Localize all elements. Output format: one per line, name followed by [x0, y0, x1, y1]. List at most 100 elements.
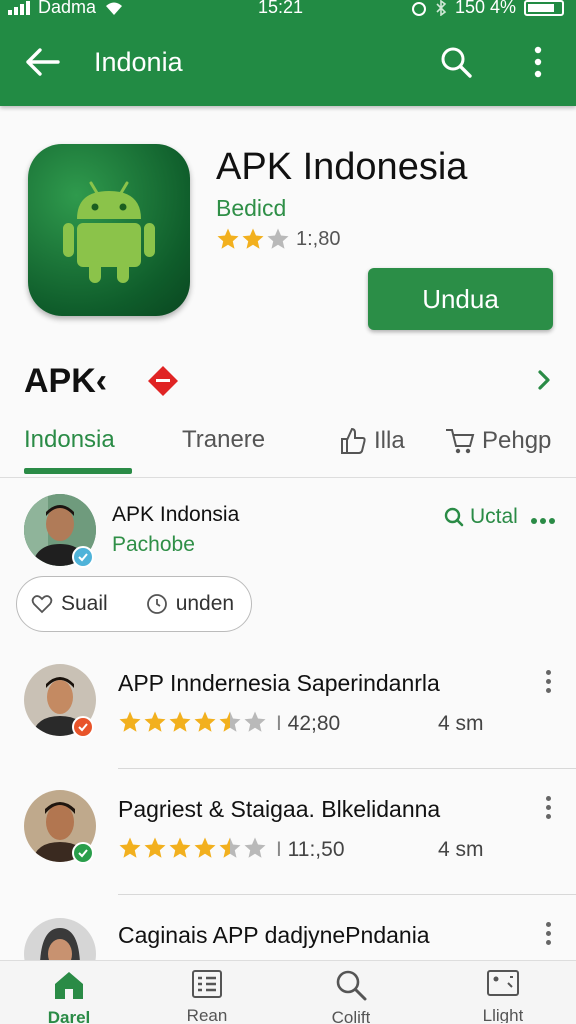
tab-illa[interactable]: Illa	[338, 426, 405, 456]
divider	[118, 768, 576, 769]
carrier-name: Dadma	[38, 0, 97, 17]
brand-row[interactable]: APK‹	[24, 360, 556, 402]
nav-item-search[interactable]: Colift	[306, 969, 396, 1024]
more-vertical-icon[interactable]	[536, 918, 560, 948]
rating-count: 1:,80	[296, 227, 341, 250]
post-action-chip[interactable]: Suail unden	[16, 576, 252, 632]
signal-icon	[8, 0, 30, 15]
star-icon	[119, 837, 141, 858]
back-button[interactable]	[22, 42, 62, 82]
rating-stars	[216, 227, 290, 251]
install-link-label: Uctal	[470, 505, 518, 528]
clock-icon	[146, 594, 167, 614]
nav-label: Llight	[482, 1007, 524, 1023]
nav-item-home[interactable]: Darel	[24, 969, 114, 1024]
star-icon	[169, 711, 191, 732]
more-vertical-icon[interactable]	[536, 792, 560, 822]
page-title: Indonia	[94, 47, 183, 77]
home-icon	[55, 972, 83, 999]
more-vertical-icon[interactable]	[536, 666, 560, 696]
review-age: 4 sm	[438, 712, 484, 735]
review-count-value: 42;80	[287, 712, 341, 735]
status-left: Dadma	[8, 0, 124, 18]
install-button[interactable]: Undua	[368, 268, 553, 330]
more-vertical-icon	[534, 46, 542, 78]
chip-right-label: unden	[175, 592, 235, 615]
developer-link[interactable]: Bedicd	[216, 195, 286, 222]
status-time: 15:21	[258, 0, 304, 17]
install-link[interactable]: Uctal	[444, 505, 518, 529]
cart-icon	[446, 429, 475, 454]
review-count: I 11:,50	[276, 838, 345, 861]
search-icon	[444, 507, 464, 527]
brand-text: APK‹	[24, 362, 108, 400]
alarm-icon	[411, 1, 426, 16]
review-title: APP Inndernesia Saperindanrla	[118, 670, 440, 696]
rating-stars	[118, 836, 267, 860]
star-icon	[194, 837, 216, 858]
battery-text: 150 4%	[454, 0, 516, 17]
search-icon	[441, 47, 472, 78]
bluetooth-icon	[436, 0, 447, 16]
chip-left-label: Suail	[61, 592, 108, 615]
arrow-left-icon	[26, 48, 60, 76]
tab-label: Illa	[374, 427, 405, 454]
chevron-right-icon	[538, 370, 550, 390]
review-title: Caginais APP dadjynePndania	[118, 922, 430, 948]
developer-post: APK Indonsia Pachobe Uctal Suail unden	[0, 490, 576, 640]
post-subtitle[interactable]: Pachobe	[112, 533, 195, 557]
android-icon	[63, 181, 155, 283]
verified-badge-icon	[72, 716, 94, 738]
list-icon	[192, 970, 222, 998]
nav-label: Colift	[331, 1009, 371, 1024]
post-author[interactable]: APK Indonsia	[112, 503, 239, 527]
app-name: APK Indonesia	[216, 146, 468, 188]
app-rating: 1:,80	[216, 227, 340, 251]
status-bar: Dadma 15:21 150 4%	[0, 0, 576, 22]
nav-item-list[interactable]: Rean	[162, 969, 252, 1023]
nav-label: Darel	[47, 1009, 91, 1024]
image-icon	[487, 970, 519, 996]
tab-label: Pehgp	[482, 427, 552, 454]
more-options-button[interactable]	[520, 42, 556, 82]
person-portrait	[24, 918, 96, 960]
star-icon	[119, 711, 141, 732]
list-item[interactable]: Caginais APP dadjynePndania	[0, 912, 576, 960]
star-icon	[244, 711, 266, 732]
star-icon	[219, 837, 241, 858]
star-icon	[169, 837, 191, 858]
tab-indonsia[interactable]: Indonsia	[24, 426, 115, 454]
tab-bar: Indonsia Trаnere Illa Pehgp	[0, 416, 576, 478]
star-icon	[144, 837, 166, 858]
more-horizontal-icon[interactable]	[530, 502, 556, 533]
nav-label: Rean	[186, 1007, 228, 1023]
star-icon	[194, 711, 216, 732]
star-icon	[219, 711, 241, 732]
bottom-navigation: Darel Rean Colift Llight	[0, 960, 576, 1024]
diamond-badge-icon	[148, 366, 178, 396]
review-count: I 42;80	[276, 712, 341, 735]
heart-icon	[31, 595, 53, 614]
star-icon	[244, 837, 266, 858]
search-icon	[336, 970, 367, 1001]
divider	[118, 894, 576, 895]
review-title: Pagriest & Staigaa. Blkelidanna	[118, 796, 441, 822]
avatar	[24, 918, 96, 960]
app-icon	[28, 144, 190, 316]
search-button[interactable]	[436, 42, 476, 82]
rating-stars	[118, 710, 267, 734]
tab-label: Indonsia	[24, 426, 115, 453]
nav-item-image[interactable]: Llight	[458, 969, 548, 1023]
tab-tranere[interactable]: Trаnere	[182, 426, 265, 454]
review-age: 4 sm	[438, 838, 484, 861]
tab-label: Trаnere	[182, 426, 266, 453]
tab-pehgp[interactable]: Pehgp	[444, 426, 551, 456]
star-icon	[267, 228, 289, 249]
app-bar: Dadma 15:21 150 4% Indonia	[0, 0, 576, 106]
star-icon	[217, 228, 239, 249]
thumbs-up-icon	[341, 427, 366, 454]
wifi-icon	[106, 2, 123, 15]
star-icon	[242, 228, 264, 249]
battery-icon	[524, 0, 564, 16]
verified-badge-icon	[72, 546, 94, 568]
